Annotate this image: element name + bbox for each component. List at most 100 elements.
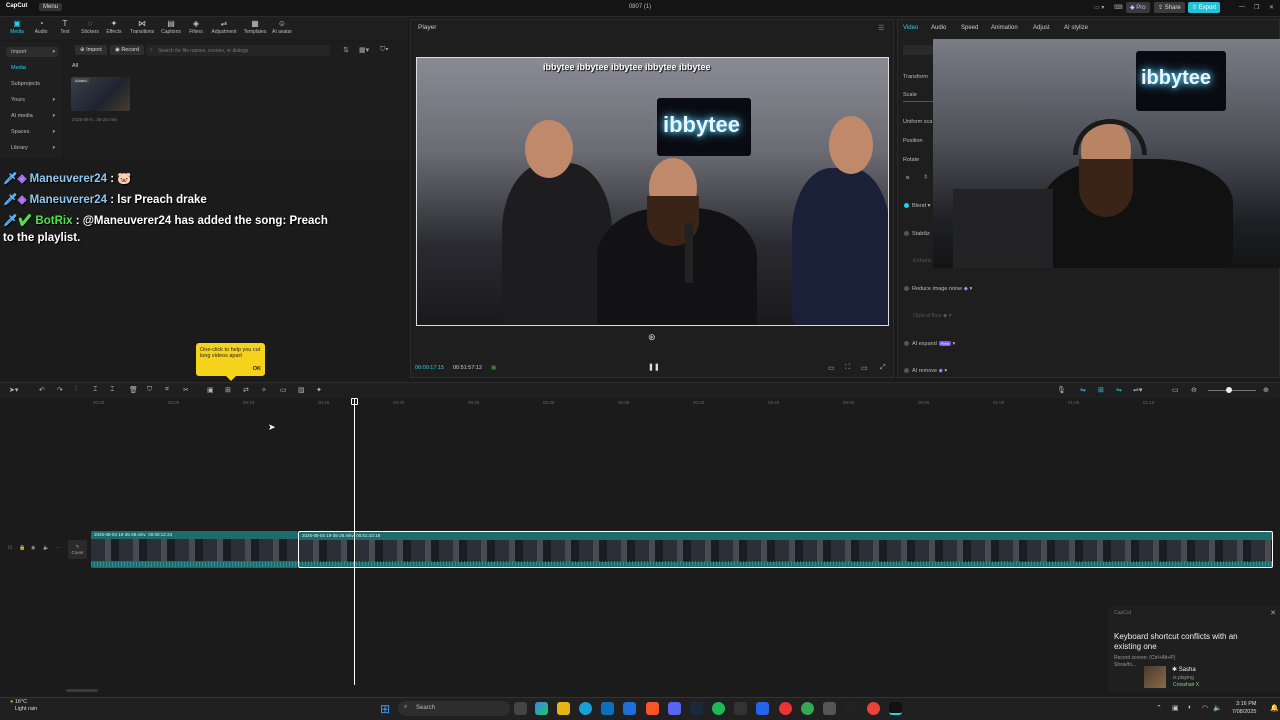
- zoom-out-icon[interactable]: ⊖: [1191, 386, 1197, 394]
- ai-tool-icon[interactable]: ✦: [316, 386, 322, 394]
- sidebar-item-import[interactable]: Import ▾: [6, 47, 58, 57]
- ai-expand-toggle[interactable]: [904, 341, 909, 347]
- ai-remove-toggle[interactable]: [904, 368, 909, 374]
- crop-tool-icon[interactable]: ⌗: [165, 386, 169, 394]
- more-icon[interactable]: ⋯: [56, 545, 61, 551]
- cover-button[interactable]: ✎ Cover: [68, 540, 87, 559]
- outlook-icon[interactable]: [623, 702, 636, 715]
- tab-media[interactable]: ▣ Media: [4, 19, 30, 35]
- sidebar-item-media[interactable]: Media: [6, 63, 58, 73]
- chrome-alt-icon[interactable]: [867, 702, 880, 715]
- volume-icon[interactable]: 🔈: [1213, 704, 1222, 712]
- sidebar-item-ai-media[interactable]: AI media ▾: [6, 111, 58, 121]
- tab-animation[interactable]: Animation: [991, 25, 1018, 31]
- fit-icon[interactable]: ▭: [1172, 386, 1179, 394]
- undo-icon[interactable]: ↶: [39, 386, 45, 394]
- basic-subtab[interactable]: [903, 45, 933, 55]
- obs-icon[interactable]: [823, 702, 836, 715]
- sort-icon[interactable]: ⇅: [343, 46, 349, 54]
- playhead[interactable]: [354, 399, 355, 685]
- copilot-icon[interactable]: [535, 702, 548, 715]
- delete-icon[interactable]: 🗑: [129, 386, 138, 394]
- auto-cut-icon[interactable]: ✂: [183, 386, 189, 394]
- pro-button[interactable]: ◆ Pro: [1126, 2, 1150, 13]
- brave-icon[interactable]: [646, 702, 659, 715]
- wifi-icon[interactable]: ◠: [1202, 704, 1208, 712]
- split-right-icon[interactable]: ⌶: [110, 386, 114, 394]
- preview-axis-icon[interactable]: ⇌▾: [1133, 386, 1142, 394]
- crop-icon[interactable]: ⛶: [845, 364, 850, 372]
- chrome-profile-icon[interactable]: [801, 702, 814, 715]
- pause-button[interactable]: ❚❚: [648, 363, 660, 371]
- tray-app2-icon[interactable]: ◐: [1188, 704, 1192, 711]
- filter-icon[interactable]: ⛉▾: [380, 46, 389, 54]
- blend-row[interactable]: Blend ▾: [904, 203, 930, 209]
- terminal-icon[interactable]: [734, 702, 747, 715]
- chrome-icon[interactable]: [779, 702, 792, 715]
- tooltip-ok-button[interactable]: OK: [253, 366, 261, 372]
- magnet-icon[interactable]: ⊞: [1098, 386, 1104, 394]
- zoom-slider-handle[interactable]: [1226, 387, 1232, 393]
- align-icon[interactable]: ⫢: [906, 175, 909, 182]
- media-search-input[interactable]: ⌕ Search for file names, scenes, or dialo…: [146, 45, 330, 56]
- snap-icon[interactable]: ⇋: [1116, 386, 1122, 394]
- store-icon[interactable]: [601, 702, 614, 715]
- file-explorer-icon[interactable]: [557, 702, 570, 715]
- sidebar-item-spaces[interactable]: Spaces ▾: [6, 127, 58, 137]
- video-clip[interactable]: 2025-08-04 19-35-28.mkv 00:00:12:24: [91, 531, 298, 568]
- tab-ai-avatar[interactable]: ☺ AI avatar: [269, 19, 295, 35]
- media-thumbnail[interactable]: Added: [71, 77, 130, 111]
- zoom-in-icon[interactable]: ⊕: [1263, 386, 1269, 394]
- taskbar-clock[interactable]: 3:16 PM 7/08/2025: [1232, 700, 1256, 716]
- tab-adjust[interactable]: Adjust: [1033, 25, 1050, 31]
- task-view-icon[interactable]: [514, 702, 527, 715]
- grid-view-icon[interactable]: ▦▾: [359, 46, 369, 54]
- reduce-noise-row[interactable]: Reduce image noise ◆ ▾: [904, 286, 972, 292]
- ai-expand-row[interactable]: AI expand Free ▾: [904, 341, 955, 347]
- tab-audio[interactable]: ◔ Audio: [28, 19, 54, 35]
- lock-icon[interactable]: 🔒: [19, 545, 25, 551]
- tab-audio-props[interactable]: Audio: [931, 25, 946, 31]
- notepad-icon[interactable]: [756, 702, 769, 715]
- capcut-taskbar-icon[interactable]: [889, 702, 902, 715]
- tab-transitions[interactable]: ⋈ Transitions: [129, 19, 155, 35]
- stabilize-toggle[interactable]: [904, 231, 909, 237]
- captions-tool-icon[interactable]: ▭: [280, 386, 287, 394]
- speaker-icon[interactable]: 🔈: [43, 545, 49, 551]
- split-left-icon[interactable]: ⌶: [93, 386, 97, 394]
- rotate-icon[interactable]: ⊛: [648, 332, 656, 343]
- blend-toggle[interactable]: [904, 203, 909, 209]
- ai-remove-row[interactable]: AI remove ◆ ▾: [904, 368, 947, 374]
- stabilize-row[interactable]: Stabiliz: [904, 231, 930, 237]
- tab-speed[interactable]: Speed: [961, 25, 978, 31]
- edge-icon[interactable]: [579, 702, 592, 715]
- close-icon[interactable]: ✕: [1265, 2, 1278, 13]
- mic-icon[interactable]: 🎙: [1057, 386, 1066, 394]
- tab-ai-stylize[interactable]: AI stylize: [1064, 25, 1088, 31]
- notification-close-icon[interactable]: ✕: [1270, 609, 1276, 617]
- tab-filters[interactable]: ◈ Filters: [183, 19, 209, 35]
- app-icon[interactable]: [845, 702, 858, 715]
- link-icon[interactable]: ⇋: [1080, 386, 1086, 394]
- notification-bell-icon[interactable]: 🔔: [1270, 704, 1279, 712]
- shield-icon[interactable]: ⛉: [147, 386, 152, 394]
- taskbar-search[interactable]: ⌕ Search: [398, 701, 510, 716]
- ratio-icon[interactable]: ▭: [861, 364, 868, 372]
- zoom-slider[interactable]: [1208, 390, 1256, 391]
- layout-icon[interactable]: ▭ ▾: [1090, 2, 1108, 13]
- weather-widget[interactable]: ● 16°C Light rain: [10, 699, 37, 713]
- video-clip-selected[interactable]: 2025-08-04 19-35-28.mkv 00:51:43:18: [298, 531, 1273, 568]
- scale-slider[interactable]: [903, 101, 933, 102]
- mirror-icon[interactable]: ⇄: [243, 386, 249, 394]
- video-preview[interactable]: ibbytee ibbytee ibbytee ibbytee ibbytee …: [416, 57, 889, 326]
- split-icon[interactable]: ⫶: [75, 386, 77, 394]
- steam-icon[interactable]: [690, 702, 703, 715]
- timeline-ruler[interactable]: 00:00 00:05 00:10 00:15 00:20 00:25 00:3…: [67, 398, 1280, 408]
- freeze-icon[interactable]: ▣: [207, 386, 214, 394]
- track-expand-icon[interactable]: ⊡: [8, 545, 12, 551]
- spotify-icon[interactable]: [712, 702, 725, 715]
- magic-icon[interactable]: ✧: [261, 386, 267, 394]
- tab-adjustment[interactable]: ⇌ Adjustment: [211, 19, 237, 35]
- player-menu-icon[interactable]: ☰: [878, 24, 884, 32]
- tab-captions[interactable]: ▤ Captions: [158, 19, 184, 35]
